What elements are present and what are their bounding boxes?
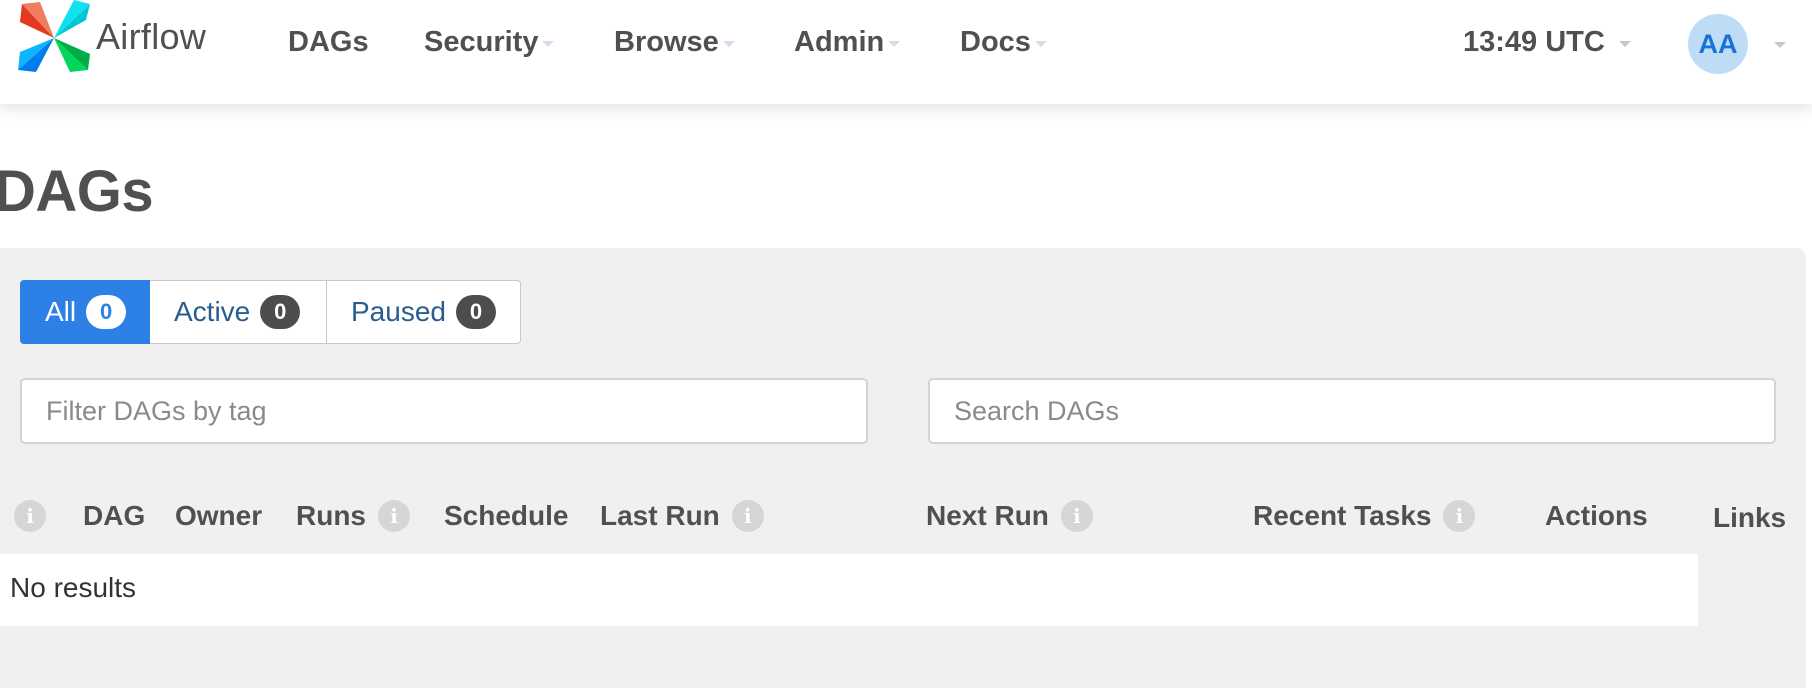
table-header-owner[interactable]: Owner: [175, 496, 262, 536]
table-header-runs[interactable]: Runs i: [296, 496, 410, 536]
brand-name: Airflow: [96, 16, 207, 57]
table-header-last-run[interactable]: Last Run i: [600, 496, 764, 536]
table-header-recent-tasks[interactable]: Recent Tasks i: [1253, 496, 1476, 536]
page-title: DAGs: [0, 159, 154, 224]
filter-active-label: Active: [174, 296, 251, 327]
table-header-owner-label: Owner: [175, 500, 263, 531]
nav-admin[interactable]: Admin: [794, 22, 901, 62]
filter-paused-count: 0: [455, 295, 496, 329]
nav-docs[interactable]: Docs: [960, 22, 1047, 62]
table-header-actions: Actions: [1545, 496, 1648, 536]
filter-paused-label: Paused: [351, 296, 446, 327]
status-filter-group: All 0 Active 0 Paused 0: [20, 280, 521, 346]
table-header-actions-label: Actions: [1545, 500, 1648, 531]
info-icon[interactable]: i: [1443, 500, 1476, 532]
caret-down-icon: [542, 41, 555, 47]
no-results-message: No results: [10, 572, 137, 603]
table-row: No results: [0, 554, 1698, 626]
nav-browse[interactable]: Browse: [614, 22, 735, 62]
table-header-schedule[interactable]: Schedule: [444, 496, 568, 536]
table-header-next-run[interactable]: Next Run i: [926, 496, 1093, 536]
filter-active-count: 0: [260, 295, 301, 329]
user-initials: AA: [1698, 28, 1738, 59]
nav-browse-label: Browse: [614, 25, 719, 58]
timezone-clock[interactable]: 13:49 UTC: [1463, 22, 1631, 62]
brand-logo[interactable]: Airflow: [18, 0, 218, 76]
nav-security-label: Security: [424, 25, 539, 58]
table-header-links-label: Links: [1713, 502, 1787, 533]
caret-down-icon: [888, 41, 901, 47]
airflow-pinwheel-icon: [18, 0, 90, 72]
table-header-recent-tasks-label: Recent Tasks: [1253, 500, 1432, 531]
nav-admin-label: Admin: [794, 25, 885, 58]
info-icon[interactable]: i: [14, 500, 46, 532]
info-icon[interactable]: i: [378, 500, 410, 532]
table-header-info[interactable]: i: [2, 496, 46, 536]
info-icon[interactable]: i: [1060, 500, 1093, 532]
search-input[interactable]: [928, 378, 1776, 444]
table-header-last-run-label: Last Run: [600, 500, 720, 531]
table-header-runs-label: Runs: [296, 500, 366, 531]
tag-filter-input[interactable]: [20, 378, 868, 444]
filter-all-count: 0: [86, 295, 127, 329]
caret-down-icon[interactable]: [1774, 42, 1786, 48]
table-header-dag-label: DAG: [83, 500, 146, 531]
nav-dags-label: DAGs: [288, 25, 369, 58]
nav-dags[interactable]: DAGs: [288, 22, 369, 62]
nav-security[interactable]: Security: [424, 22, 555, 62]
user-avatar[interactable]: AA: [1688, 14, 1748, 74]
filter-paused-button[interactable]: Paused 0: [327, 280, 521, 344]
table-header-next-run-label: Next Run: [926, 500, 1049, 531]
top-navbar: Airflow DAGs Security Browse Admin Docs …: [0, 0, 1812, 104]
clock-label: 13:49 UTC: [1463, 25, 1605, 58]
filter-all-button[interactable]: All 0: [20, 280, 150, 344]
table-header-links: Links: [1713, 498, 1786, 538]
table-header-schedule-label: Schedule: [444, 500, 569, 531]
info-icon[interactable]: i: [731, 500, 764, 532]
caret-down-icon: [722, 41, 735, 47]
filter-all-label: All: [45, 296, 77, 327]
filter-active-button[interactable]: Active 0: [150, 280, 327, 344]
table-header-dag[interactable]: DAG: [83, 496, 145, 536]
nav-docs-label: Docs: [960, 25, 1031, 58]
caret-down-icon: [1034, 41, 1047, 47]
caret-down-icon: [1618, 41, 1631, 47]
